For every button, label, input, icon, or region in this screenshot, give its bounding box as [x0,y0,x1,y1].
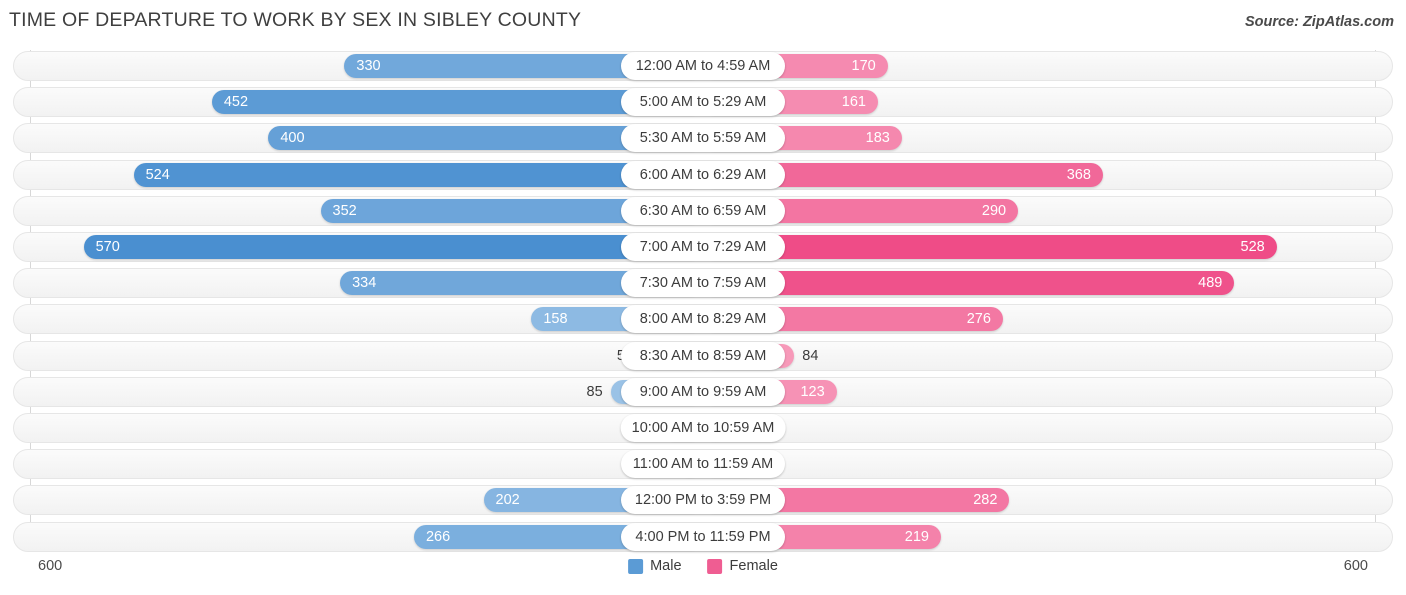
chart-plot-area: 330 170 12:00 AM to 4:59 AM 452 161 5:00 AM t… [0,50,1406,552]
category-label: 5:00 AM to 5:29 AM [621,88,785,117]
chart-row: 202 282 12:00 PM to 3:59 PM [13,485,1393,516]
legend-item[interactable]: Male [628,558,682,574]
bar-value-male: 330 [356,58,381,74]
category-label: 6:00 AM to 6:29 AM [621,160,785,189]
legend-label: Male [650,558,682,574]
legend-item[interactable]: Female [707,558,778,574]
category-label: 10:00 AM to 10:59 AM [620,414,786,442]
chart-row: 158 276 8:00 AM to 8:29 AM [13,304,1393,335]
legend-swatch-icon [628,558,644,574]
chart-row: 570 528 7:00 AM to 7:29 AM [13,232,1393,262]
chart-row: 85 123 9:00 AM to 9:59 AM [13,376,1393,407]
bar-value-female: 276 [966,311,991,328]
bar-value-male: 266 [425,528,451,545]
bar-value-male: 334 [352,275,377,292]
category-label: 8:00 AM to 8:29 AM [621,305,785,334]
category-label: 12:00 AM to 4:59 AM [621,52,785,80]
bar-value-female: 368 [1066,166,1091,183]
chart-row: 266 219 4:00 PM to 11:59 PM [13,521,1393,552]
page-title: TIME OF DEPARTURE TO WORK BY SEX IN SIBL… [9,9,582,31]
bar-male[interactable] [133,162,703,187]
category-label: 6:30 AM to 6:59 AM [621,196,785,225]
bar-value-female: 84 [802,347,819,364]
category-label: 7:30 AM to 7:59 AM [621,269,785,298]
bar-value-female: 219 [904,528,929,545]
axis-max-label-right: 600 [1343,558,1368,574]
chart-row: 524 368 6:00 AM to 6:29 AM [13,159,1393,190]
category-label: 7:00 AM to 7:29 AM [621,233,785,261]
bar-value-male: 452 [223,94,249,111]
category-label: 11:00 AM to 11:59 AM [621,450,785,479]
bar-value-female: 282 [973,492,998,509]
bar-value-male: 158 [543,311,568,328]
chart-row: 330 170 12:00 AM to 4:59 AM [13,51,1393,81]
chart-row: 372310:00 AM to 10:59 AM [13,413,1393,443]
bar-value-female: 170 [851,58,876,74]
bar-male[interactable] [83,235,703,259]
bar-value-male: 85 [586,383,603,400]
chart-row: 245111:00 AM to 11:59 AM [13,449,1393,480]
bar-value-female: 183 [865,130,890,147]
bar-value-male: 570 [95,239,120,255]
source-attribution: Source: ZipAtlas.com [1244,14,1394,30]
bar-value-male: 202 [495,492,520,509]
bar-value-male: 400 [280,130,305,147]
category-label: 9:00 AM to 9:59 AM [621,377,785,406]
bar-value-female: 290 [981,202,1007,219]
category-label: 12:00 PM to 3:59 PM [621,486,785,515]
bar-female[interactable] [703,235,1277,259]
legend-swatch-icon [707,558,723,574]
chart-footer: 600 600 Male Female [0,552,1406,595]
bar-value-female: 123 [800,383,825,400]
chart-row: 352 290 6:30 AM to 6:59 AM [13,195,1393,226]
chart-header: TIME OF DEPARTURE TO WORK BY SEX IN SIBL… [0,0,1406,44]
chart-row: 452 161 5:00 AM to 5:29 AM [13,87,1393,118]
bar-value-female: 161 [841,94,866,111]
category-label: 4:00 PM to 11:59 PM [621,522,785,551]
chart-legend: Male Female [628,558,778,574]
category-label: 5:30 AM to 5:59 AM [621,124,785,153]
bar-value-female: 489 [1198,275,1223,292]
legend-label: Female [729,558,778,574]
chart-row: 334 489 7:30 AM to 7:59 AM [13,268,1393,299]
category-label: 8:30 AM to 8:59 AM [621,341,785,370]
chart-row: 400 183 5:30 AM to 5:59 AM [13,123,1393,154]
axis-max-label-left: 600 [38,558,63,574]
bar-value-male: 524 [145,166,170,183]
bar-value-male: 352 [332,202,357,219]
chart-row: 57848:30 AM to 8:59 AM [13,340,1393,371]
bar-value-female: 528 [1240,239,1265,255]
